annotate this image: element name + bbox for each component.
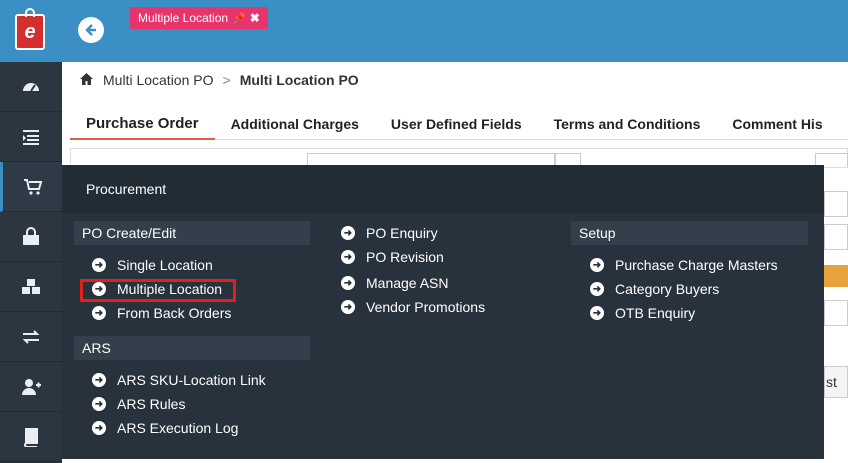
menu-item-ars-execution-log[interactable]: ➜ ARS Execution Log bbox=[92, 417, 238, 439]
breadcrumb-separator: > bbox=[222, 72, 231, 88]
tab-additional-charges[interactable]: Additional Charges bbox=[215, 108, 375, 140]
menu-item-vendor-promotions[interactable]: ➜ Vendor Promotions bbox=[341, 296, 485, 318]
procurement-menu: Procurement PO Create/Edit ➜ Single Loca… bbox=[62, 165, 824, 459]
menu-item-label: PO Enquiry bbox=[366, 225, 438, 241]
arrow-circle-icon: ➜ bbox=[341, 300, 355, 314]
tab-terms-and-conditions[interactable]: Terms and Conditions bbox=[538, 108, 717, 140]
breadcrumb-current: Multi Location PO bbox=[239, 72, 359, 88]
close-icon[interactable]: ✖ bbox=[250, 11, 260, 25]
logo-area[interactable]: e bbox=[0, 0, 62, 62]
arrow-circle-icon: ➜ bbox=[341, 226, 355, 240]
breadcrumb-parent[interactable]: Multi Location PO bbox=[103, 72, 214, 88]
highlight-box bbox=[80, 279, 236, 302]
tab-comment-history[interactable]: Comment His bbox=[716, 108, 838, 140]
menu-item-otb-enquiry[interactable]: ➜ OTB Enquiry bbox=[590, 302, 695, 324]
arrow-circle-icon: ➜ bbox=[590, 306, 604, 320]
menu-item-from-back-orders[interactable]: ➜ From Back Orders bbox=[92, 302, 231, 324]
menu-item-po-revision[interactable]: ➜ PO Revision bbox=[341, 246, 444, 268]
tab-purchase-order[interactable]: Purchase Order bbox=[70, 108, 215, 140]
menu-item-ars-sku-location-link[interactable]: ➜ ARS SKU-Location Link bbox=[92, 369, 266, 391]
top-bar: Multiple Location 📌 ✖ bbox=[62, 0, 848, 62]
po-create-edit-header: PO Create/Edit bbox=[74, 221, 310, 245]
cubes-icon[interactable] bbox=[0, 262, 62, 312]
arrow-circle-icon: ➜ bbox=[590, 258, 604, 272]
arrow-circle-icon: ➜ bbox=[92, 258, 106, 272]
menu-item-label: Manage ASN bbox=[366, 275, 449, 291]
menu-item-label: Category Buyers bbox=[615, 281, 720, 297]
menu-item-category-buyers[interactable]: ➜ Category Buyers bbox=[590, 278, 719, 300]
arrow-circle-icon: ➜ bbox=[341, 250, 355, 264]
menu-item-purchase-charge-masters[interactable]: ➜ Purchase Charge Masters bbox=[590, 254, 778, 276]
form-select-fragment[interactable] bbox=[824, 191, 848, 217]
shopping-bag-icon[interactable] bbox=[0, 212, 62, 262]
list-icon[interactable] bbox=[0, 112, 62, 162]
ars-header: ARS bbox=[74, 336, 310, 360]
grid-header-text: st bbox=[826, 374, 837, 390]
form-select-fragment-2[interactable] bbox=[824, 224, 848, 250]
setup-header: Setup bbox=[571, 221, 808, 245]
menu-item-label: From Back Orders bbox=[117, 305, 232, 321]
tab-bar: Purchase Order Additional Charges User D… bbox=[70, 108, 848, 140]
tag-label: Multiple Location bbox=[138, 11, 229, 25]
arrow-circle-icon: ➜ bbox=[341, 276, 355, 290]
back-arrow-icon[interactable] bbox=[78, 17, 104, 43]
dashboard-icon[interactable] bbox=[0, 62, 62, 112]
pin-icon[interactable]: 📌 bbox=[232, 12, 246, 25]
menu-item-label: Vendor Promotions bbox=[366, 299, 486, 315]
breadcrumb: Multi Location PO > Multi Location PO bbox=[80, 70, 359, 90]
menu-title: Procurement bbox=[62, 165, 824, 213]
app-logo: e bbox=[15, 8, 45, 50]
arrow-circle-icon: ➜ bbox=[92, 306, 106, 320]
arrow-circle-icon: ➜ bbox=[590, 282, 604, 296]
form-field-fragment bbox=[824, 300, 848, 326]
arrow-circle-icon: ➜ bbox=[92, 421, 106, 435]
left-sidebar: e bbox=[0, 0, 62, 463]
menu-item-single-location[interactable]: ➜ Single Location bbox=[92, 254, 213, 276]
menu-item-label: ARS Execution Log bbox=[117, 420, 239, 436]
menu-item-label: ARS Rules bbox=[117, 396, 186, 412]
user-plus-icon[interactable] bbox=[0, 362, 62, 412]
menu-item-manage-asn[interactable]: ➜ Manage ASN bbox=[341, 272, 449, 294]
menu-item-ars-rules[interactable]: ➜ ARS Rules bbox=[92, 393, 185, 415]
menu-item-label: OTB Enquiry bbox=[615, 305, 696, 321]
menu-item-label: PO Revision bbox=[366, 249, 444, 265]
tab-user-defined-fields[interactable]: User Defined Fields bbox=[375, 108, 538, 140]
arrow-circle-icon: ➜ bbox=[92, 373, 106, 387]
exchange-icon[interactable] bbox=[0, 312, 62, 362]
orange-header-bar bbox=[823, 265, 848, 287]
menu-item-po-enquiry[interactable]: ➜ PO Enquiry bbox=[341, 222, 438, 244]
arrow-circle-icon: ➜ bbox=[92, 397, 106, 411]
open-page-tag[interactable]: Multiple Location 📌 ✖ bbox=[130, 7, 268, 29]
cart-icon[interactable] bbox=[0, 162, 62, 212]
book-icon[interactable] bbox=[0, 412, 62, 462]
menu-item-label: ARS SKU-Location Link bbox=[117, 372, 266, 388]
menu-item-label: Single Location bbox=[117, 257, 213, 273]
home-icon[interactable] bbox=[80, 72, 93, 88]
menu-item-label: Purchase Charge Masters bbox=[615, 257, 778, 273]
